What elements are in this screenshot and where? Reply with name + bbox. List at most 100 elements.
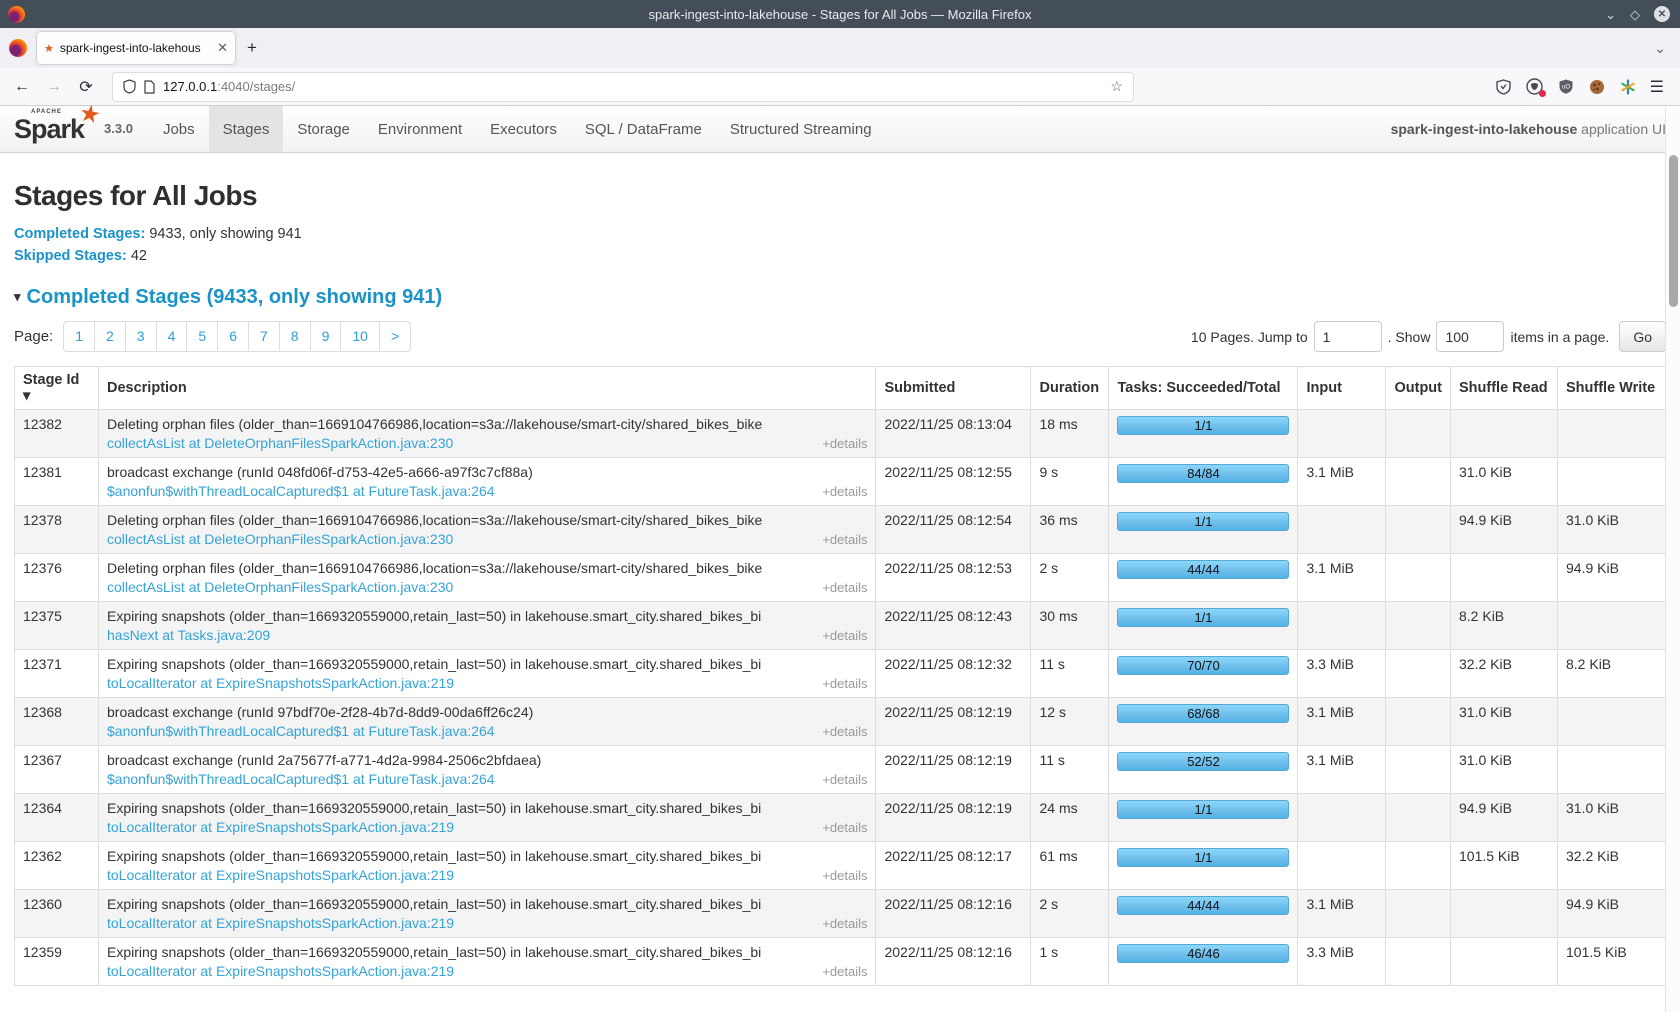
stage-description: Deleting orphan files (older_than=166910… (107, 512, 762, 528)
stage-detail-link[interactable]: toLocalIterator at ExpireSnapshotsSparkA… (107, 963, 454, 979)
pagination-controls: 10 Pages. Jump to . Show items in a page… (1191, 321, 1666, 352)
reload-button[interactable]: ⟳ (72, 77, 100, 97)
output-cell (1386, 506, 1451, 554)
stage-description: Expiring snapshots (older_than=166932055… (107, 848, 762, 864)
cookie-ext-icon[interactable] (1588, 78, 1606, 96)
details-toggle[interactable]: +details (822, 724, 867, 739)
minimize-icon[interactable]: ⌄ (1605, 8, 1616, 21)
details-toggle[interactable]: +details (822, 820, 867, 835)
close-icon[interactable]: ✕ (1654, 6, 1670, 22)
new-tab-button[interactable]: + (247, 38, 257, 58)
bookmark-star-icon[interactable]: ☆ (1110, 78, 1123, 95)
spark-nav-item-structured-streaming[interactable]: Structured Streaming (716, 106, 886, 152)
table-row: 12381broadcast exchange (runId 048fd06f-… (15, 458, 1666, 506)
pagination-row: Page: 12345678910> 10 Pages. Jump to . S… (14, 321, 1666, 352)
details-toggle[interactable]: +details (822, 532, 867, 547)
spark-nav-item-sql-dataframe[interactable]: SQL / DataFrame (571, 106, 716, 152)
details-toggle[interactable]: +details (822, 964, 867, 979)
page-button-10[interactable]: 10 (340, 321, 380, 352)
page-button-6[interactable]: 6 (217, 321, 249, 352)
column-header[interactable]: Description (99, 367, 876, 410)
completed-stages-link[interactable]: Completed Stages: (14, 226, 145, 242)
forward-button[interactable]: → (40, 78, 68, 96)
stage-detail-link[interactable]: $anonfun$withThreadLocalCaptured$1 at Fu… (107, 771, 495, 787)
details-toggle[interactable]: +details (822, 916, 867, 931)
input-cell (1298, 506, 1386, 554)
page-button-7[interactable]: 7 (248, 321, 280, 352)
stage-detail-link[interactable]: toLocalIterator at ExpireSnapshotsSparkA… (107, 819, 454, 835)
stage-detail-link[interactable]: toLocalIterator at ExpireSnapshotsSparkA… (107, 915, 454, 931)
details-toggle[interactable]: +details (822, 868, 867, 883)
details-toggle[interactable]: +details (822, 772, 867, 787)
stage-detail-link[interactable]: hasNext at Tasks.java:209 (107, 627, 270, 643)
spark-nav-item-stages[interactable]: Stages (209, 106, 284, 152)
column-header[interactable]: Input (1298, 367, 1386, 410)
spark-nav-item-environment[interactable]: Environment (364, 106, 476, 152)
tab-close-icon[interactable]: ✕ (217, 40, 228, 56)
maximize-icon[interactable]: ◇ (1630, 8, 1640, 21)
shuffle-read-cell (1451, 890, 1558, 938)
tasks-progress-bar: 70/70 (1117, 656, 1289, 675)
tasks-cell: 1/1 (1109, 794, 1298, 842)
page-button-4[interactable]: 4 (156, 321, 188, 352)
column-header[interactable]: Stage Id ▾ (15, 367, 99, 410)
container-mask-ext-icon[interactable] (1526, 78, 1544, 96)
column-header[interactable]: Submitted (876, 367, 1031, 410)
completed-stages-section-toggle[interactable]: ▾Completed Stages (9433, only showing 94… (14, 286, 1666, 309)
column-header[interactable]: Duration (1031, 367, 1109, 410)
stage-detail-link[interactable]: $anonfun$withThreadLocalCaptured$1 at Fu… (107, 723, 495, 739)
jump-to-input[interactable] (1314, 321, 1382, 352)
details-toggle[interactable]: +details (822, 484, 867, 499)
show-count-input[interactable] (1436, 321, 1504, 352)
scrollbar-thumb[interactable] (1669, 155, 1678, 307)
go-button[interactable]: Go (1619, 321, 1666, 352)
vertical-scrollbar[interactable] (1665, 107, 1680, 1012)
ublock-shield-ext-icon[interactable]: uO (1557, 78, 1575, 96)
stage-detail-link[interactable]: $anonfun$withThreadLocalCaptured$1 at Fu… (107, 483, 495, 499)
shuffle-read-cell: 32.2 KiB (1451, 650, 1558, 698)
stage-detail-link[interactable]: collectAsList at DeleteOrphanFilesSparkA… (107, 531, 453, 547)
stage-description: Deleting orphan files (older_than=166910… (107, 416, 762, 432)
column-header[interactable]: Shuffle Write (1558, 367, 1666, 410)
page-button-3[interactable]: 3 (125, 321, 157, 352)
stage-detail-link[interactable]: toLocalIterator at ExpireSnapshotsSparkA… (107, 675, 454, 691)
output-cell (1386, 554, 1451, 602)
url-bar[interactable]: 127.0.0.1:4040/stages/ ☆ (112, 72, 1134, 102)
stage-detail-link[interactable]: collectAsList at DeleteOrphanFilesSparkA… (107, 435, 453, 451)
asterisk-ext-icon[interactable] (1619, 78, 1637, 96)
page-button-1[interactable]: 1 (63, 321, 95, 352)
column-header[interactable]: Tasks: Succeeded/Total (1109, 367, 1298, 410)
submitted-cell: 2022/11/25 08:12:32 (876, 650, 1031, 698)
page-button-9[interactable]: 9 (310, 321, 342, 352)
table-row: 12376Deleting orphan files (older_than=1… (15, 554, 1666, 602)
page-button-2[interactable]: 2 (94, 321, 126, 352)
details-toggle[interactable]: +details (822, 628, 867, 643)
list-tabs-chevron-icon[interactable]: ⌄ (1654, 40, 1666, 57)
details-toggle[interactable]: +details (822, 580, 867, 595)
shuffle-write-cell (1558, 410, 1666, 458)
details-toggle[interactable]: +details (822, 676, 867, 691)
page-content: Stages for All Jobs Completed Stages: 94… (0, 180, 1680, 986)
stage-detail-link[interactable]: toLocalIterator at ExpireSnapshotsSparkA… (107, 867, 454, 883)
spark-logo[interactable]: Spark APACHE ★ (14, 116, 90, 143)
privacy-shield-ext-icon[interactable] (1495, 78, 1513, 96)
spark-nav-item-executors[interactable]: Executors (476, 106, 571, 152)
spark-nav-item-storage[interactable]: Storage (283, 106, 364, 152)
column-header[interactable]: Output (1386, 367, 1451, 410)
page-info-icon[interactable] (144, 80, 155, 94)
column-header[interactable]: Shuffle Read (1451, 367, 1558, 410)
skipped-stages-link[interactable]: Skipped Stages: (14, 248, 127, 264)
menu-icon[interactable]: ☰ (1650, 77, 1664, 97)
stage-detail-link[interactable]: collectAsList at DeleteOrphanFilesSparkA… (107, 579, 453, 595)
output-cell (1386, 746, 1451, 794)
shield-icon[interactable] (123, 79, 136, 94)
page-button-5[interactable]: 5 (186, 321, 218, 352)
url-text[interactable]: 127.0.0.1:4040/stages/ (163, 79, 1102, 94)
shuffle-write-cell: 31.0 KiB (1558, 506, 1666, 554)
spark-nav-item-jobs[interactable]: Jobs (149, 106, 209, 152)
next-page-button[interactable]: > (379, 321, 411, 352)
page-button-8[interactable]: 8 (279, 321, 311, 352)
details-toggle[interactable]: +details (822, 436, 867, 451)
back-button[interactable]: ← (8, 78, 36, 96)
browser-tab[interactable]: ★ spark-ingest-into-lakehous ✕ (37, 32, 235, 64)
